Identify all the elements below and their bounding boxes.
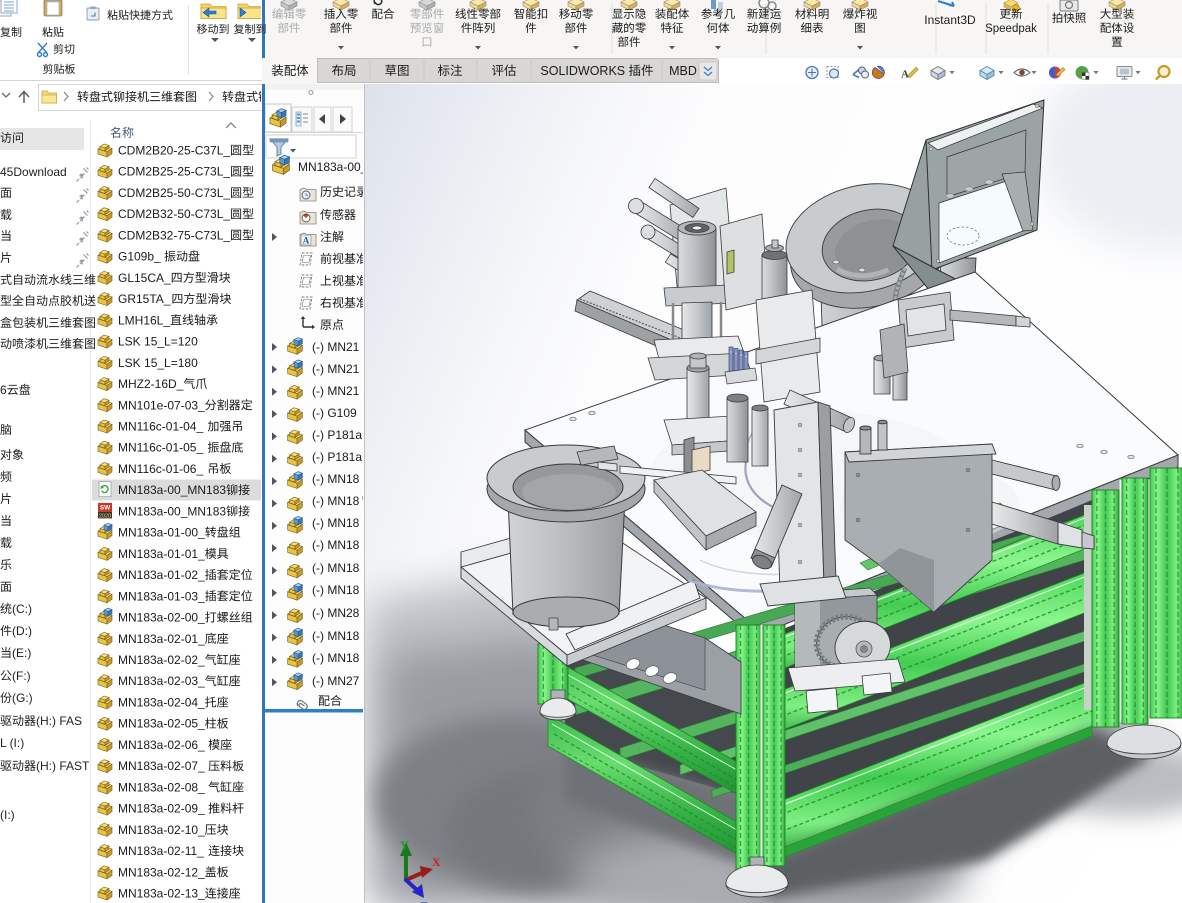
svg-text:MN183a-02-01_: MN183a-02-01_ [118, 632, 205, 646]
svg-text:Speedpak: Speedpak [985, 23, 1037, 35]
svg-text:MN183a-01-00_: MN183a-01-00_ [118, 526, 205, 540]
svg-text:MN116c-01-05_: MN116c-01-05_ [118, 441, 203, 455]
svg-text:MN183a-01-02_: MN183a-01-02_ [118, 568, 205, 582]
svg-text:CDM2B25-25-C73L_: CDM2B25-25-C73L_ [118, 165, 230, 179]
svg-text:MN183a-02-07_: MN183a-02-07_ [118, 759, 205, 773]
svg-text:(-) MN28: (-) MN28 [312, 606, 360, 620]
svg-text:MN183a-02-06_: MN183a-02-06_ [118, 738, 205, 752]
svg-text:SW: SW [100, 504, 111, 511]
svg-text:CDM2B20-25-C37L_: CDM2B20-25-C37L_ [118, 144, 230, 158]
svg-text:A: A [901, 69, 909, 81]
svg-text:SOLIDWORKS: SOLIDWORKS [540, 64, 625, 78]
svg-text:MN183a-02-09_: MN183a-02-09_ [118, 802, 205, 816]
svg-text:(-) MN21: (-) MN21 [312, 362, 360, 376]
svg-text:(I:): (I:) [0, 808, 15, 822]
svg-text:MN183a-00_MN183: MN183a-00_MN183 [118, 504, 226, 518]
svg-text:MN183a-01-03_: MN183a-01-03_ [118, 589, 205, 603]
svg-text:LSK 15_L=120: LSK 15_L=120 [118, 335, 198, 349]
svg-text:MN183a-02-02_: MN183a-02-02_ [118, 653, 205, 667]
svg-text:L (I:): L (I:) [0, 736, 24, 750]
svg-text:MN183a-02-03_: MN183a-02-03_ [118, 674, 205, 688]
svg-text:(E:): (E:) [12, 646, 31, 660]
svg-text:(C:): (C:) [12, 602, 32, 616]
svg-text:(-) MN18: (-) MN18 [312, 561, 360, 575]
svg-text:(-) MN21: (-) MN21 [312, 384, 360, 398]
svg-text:45Download: 45Download [0, 165, 67, 179]
svg-text:MN101e-07-03_: MN101e-07-03_ [118, 398, 205, 412]
svg-text:MN183a-02-10_: MN183a-02-10_ [118, 823, 205, 837]
svg-text:(-) MN18: (-) MN18 [312, 629, 360, 643]
svg-text:MN116c-01-04_: MN116c-01-04_ [118, 420, 203, 434]
svg-text:MN183a-02-13_: MN183a-02-13_ [118, 887, 205, 901]
svg-text:(-) MN18: (-) MN18 [312, 472, 360, 486]
svg-text:2020: 2020 [99, 513, 111, 519]
svg-text:Instant3D: Instant3D [924, 13, 976, 27]
svg-text:MN116c-01-06_: MN116c-01-06_ [118, 462, 203, 476]
svg-text:(-) MN21: (-) MN21 [312, 340, 360, 354]
svg-text:6: 6 [0, 383, 7, 397]
svg-text:MN183a-02-04_: MN183a-02-04_ [118, 696, 205, 710]
svg-text:MN183a-02-12_: MN183a-02-12_ [118, 865, 205, 879]
svg-text:GR15TA_: GR15TA_ [118, 292, 171, 306]
svg-text:MN183a-02-05_: MN183a-02-05_ [118, 717, 205, 731]
svg-text:LMH16L_: LMH16L_ [118, 313, 170, 327]
svg-text:A: A [303, 236, 310, 246]
svg-text:(-) MN18: (-) MN18 [312, 516, 360, 530]
svg-text:GL15CA_: GL15CA_ [118, 271, 171, 285]
svg-text:(-) MN18: (-) MN18 [312, 583, 360, 597]
svg-text:MN183a-02-00_: MN183a-02-00_ [118, 611, 205, 625]
svg-text:(-) MN18: (-) MN18 [312, 494, 360, 508]
svg-text:CDM2B25-50-C73L_: CDM2B25-50-C73L_ [118, 186, 230, 200]
svg-text:(F:): (F:) [12, 669, 31, 683]
svg-text:(G:): (G:) [12, 691, 33, 705]
svg-text:MN183a-00_: MN183a-00_ [298, 160, 368, 174]
svg-text:CDM2B32-50-C73L_: CDM2B32-50-C73L_ [118, 207, 230, 221]
svg-text:(H:) FAS: (H:) FAS [36, 714, 82, 728]
svg-text:MBD: MBD [669, 64, 697, 78]
svg-text:(-) P181a: (-) P181a [312, 428, 362, 442]
svg-text:MN183a-00_MN183: MN183a-00_MN183 [118, 483, 226, 497]
svg-text:(-) MN18: (-) MN18 [312, 538, 360, 552]
svg-text:(-) G109: (-) G109 [312, 406, 357, 420]
svg-text:G109b_: G109b_ [118, 250, 161, 264]
svg-text:(-) MN18: (-) MN18 [312, 651, 360, 665]
svg-text:MN183a-02-08_: MN183a-02-08_ [118, 780, 205, 794]
svg-text:MN183a-02-11_: MN183a-02-11_ [118, 844, 204, 858]
svg-text:(-) MN27: (-) MN27 [312, 674, 360, 688]
svg-text:(H:) FAST: (H:) FAST [36, 759, 90, 773]
svg-text:CDM2B32-75-C73L_: CDM2B32-75-C73L_ [118, 228, 230, 242]
svg-text:(-) P181a: (-) P181a [312, 450, 362, 464]
svg-text:MN183a-01-01_: MN183a-01-01_ [118, 547, 205, 561]
svg-text:MHZ2-16D_: MHZ2-16D_ [118, 377, 184, 391]
svg-text:LSK 15_L=180: LSK 15_L=180 [118, 356, 198, 370]
svg-text:(D:): (D:) [12, 624, 32, 638]
